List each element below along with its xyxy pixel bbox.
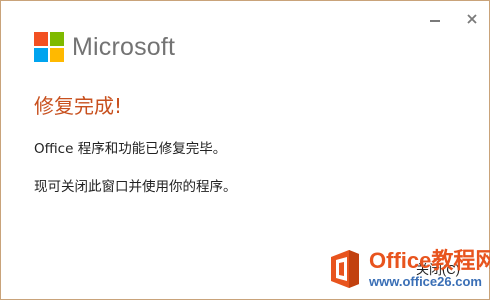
page-title: 修复完成! (34, 94, 123, 118)
minimize-button[interactable] (425, 9, 445, 29)
repair-dialog: Microsoft 修复完成! Office 程序和功能已修复完毕。 现可关闭此… (0, 0, 490, 300)
status-message: Office 程序和功能已修复完毕。 (34, 141, 227, 157)
microsoft-logo: Microsoft (34, 32, 175, 62)
watermark: Office教程网 www.office26.com (327, 245, 490, 293)
microsoft-logo-icon (34, 32, 64, 62)
close-icon (467, 14, 477, 24)
watermark-title: Office教程网 (369, 248, 490, 273)
watermark-url: www.office26.com (369, 274, 482, 289)
instruction-message: 现可关闭此窗口并使用你的程序。 (34, 179, 237, 195)
close-window-button[interactable] (462, 9, 482, 29)
minimize-icon (430, 20, 440, 22)
microsoft-wordmark: Microsoft (72, 33, 176, 61)
office-logo-icon (331, 250, 359, 288)
